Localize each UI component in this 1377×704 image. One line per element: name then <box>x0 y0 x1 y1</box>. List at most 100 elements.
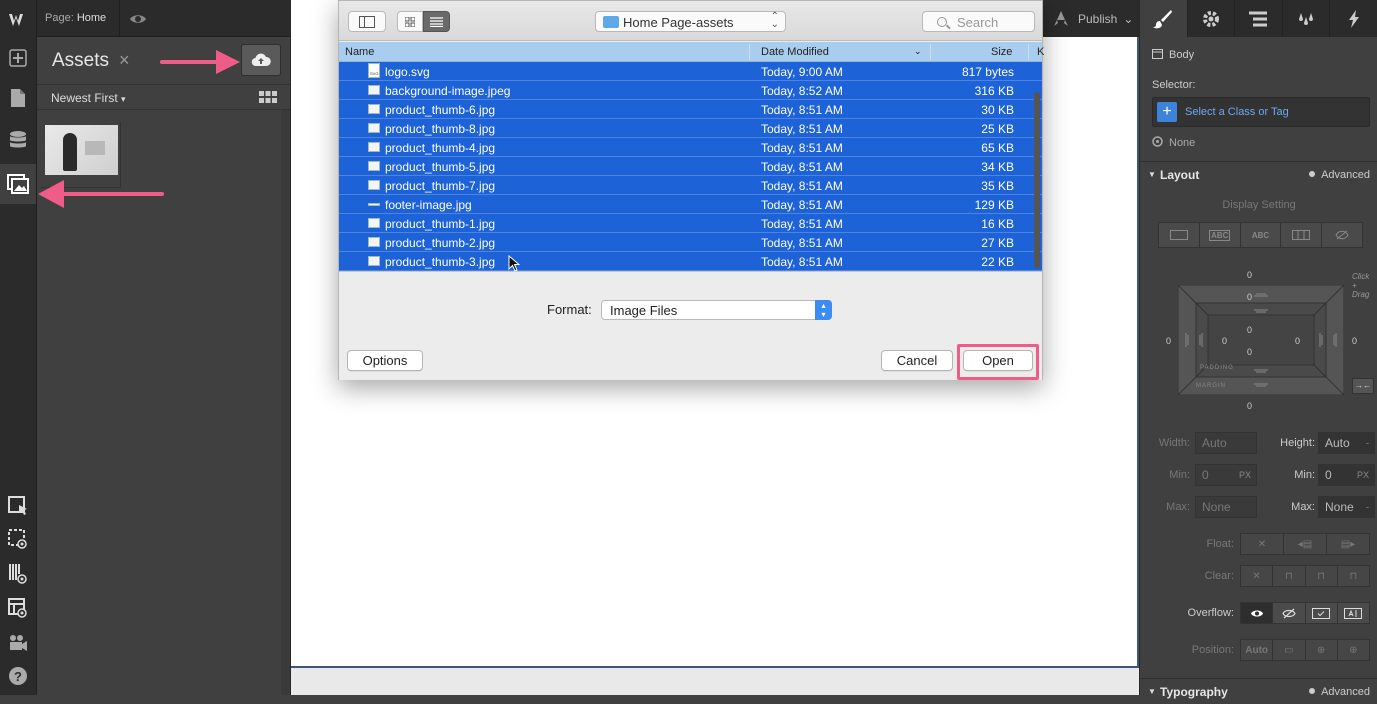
file-row[interactable]: background-image.jpeg Today, 8:52 AM 316 K… <box>339 81 1042 100</box>
file-size: 25 KB <box>981 122 1014 136</box>
clear-right-button[interactable]: ⊓ <box>1305 566 1338 586</box>
assets-icon[interactable] <box>0 164 36 204</box>
click-drag-hint: Click + Drag <box>1352 272 1370 299</box>
width-input[interactable]: Auto <box>1195 432 1257 454</box>
padding-bottom-value[interactable]: 0 <box>1247 347 1252 357</box>
min-height-input[interactable]: 0 PX <box>1318 464 1375 486</box>
pages-icon[interactable] <box>0 80 36 116</box>
file-row[interactable]: product_thumb-3.jpg Today, 8:51 AM 22 KB <box>339 252 1042 271</box>
upload-button[interactable] <box>241 44 281 76</box>
video-icon[interactable] <box>0 625 36 661</box>
advanced-toggle[interactable]: Advanced <box>1309 169 1370 181</box>
search-input[interactable]: Search <box>922 11 1035 32</box>
clear-both-button[interactable]: ⊓ <box>1337 566 1369 586</box>
clear-left-button[interactable]: ⊓ <box>1273 566 1306 586</box>
float-right-button[interactable]: ▤▸ <box>1327 534 1369 554</box>
display-block-button[interactable] <box>1159 223 1200 247</box>
icon-view-button[interactable] <box>397 11 423 32</box>
add-class-icon[interactable]: + <box>1157 102 1177 122</box>
file-row[interactable]: logo.svg Today, 9:00 AM 817 bytes <box>339 62 1042 81</box>
tab-style-manager[interactable] <box>1283 0 1331 37</box>
webflow-logo-icon[interactable] <box>0 2 36 38</box>
float-none-button[interactable]: ✕ <box>1241 534 1284 554</box>
margin-top-value[interactable]: 0 <box>1247 270 1252 280</box>
add-icon[interactable] <box>0 40 36 76</box>
page-indicator[interactable]: Page: Home <box>45 12 106 24</box>
file-row[interactable]: footer-image.jpg Today, 8:51 AM 129 KB <box>339 195 1042 214</box>
file-row[interactable]: product_thumb-6.jpg Today, 8:51 AM 30 KB <box>339 100 1042 119</box>
overflow-scroll-button[interactable] <box>1305 603 1338 623</box>
max-width-input[interactable]: None <box>1195 496 1257 518</box>
list-view-button[interactable] <box>423 11 450 32</box>
grid-view-icon[interactable] <box>259 91 277 107</box>
publish-button[interactable]: Publish ⌄ <box>1042 0 1139 37</box>
tab-settings[interactable] <box>1188 0 1236 37</box>
column-name[interactable]: Name <box>345 46 374 58</box>
help-icon[interactable]: ? <box>0 658 36 694</box>
advanced-toggle[interactable]: Advanced <box>1309 686 1370 698</box>
file-row[interactable]: product_thumb-5.jpg Today, 8:51 AM 34 KB <box>339 157 1042 176</box>
float-left-button[interactable]: ◂▤ <box>1284 534 1327 554</box>
cancel-button[interactable]: Cancel <box>881 350 953 371</box>
clear-none-button[interactable]: ✕ <box>1241 566 1274 586</box>
padding-left-value[interactable]: 0 <box>1222 336 1227 346</box>
close-icon[interactable]: × <box>119 50 130 71</box>
display-flex-button[interactable] <box>1281 223 1323 247</box>
margin-left-value[interactable]: 0 <box>1166 336 1171 346</box>
file-row[interactable]: product_thumb-7.jpg Today, 8:51 AM 35 KB <box>339 176 1042 195</box>
open-button[interactable]: Open <box>963 350 1033 371</box>
max-height-input[interactable]: None - <box>1318 496 1375 518</box>
min-width-input[interactable]: 0 PX <box>1195 464 1257 486</box>
folder-icon <box>603 16 619 28</box>
position-fixed-button[interactable]: ⊕ <box>1337 640 1369 660</box>
column-kind[interactable]: K <box>1037 46 1044 58</box>
tab-interactions[interactable] <box>1330 0 1377 37</box>
display-inline-button[interactable]: ABC <box>1240 223 1282 247</box>
format-select[interactable]: Image Files ▴ ▾ <box>601 300 832 320</box>
column-size[interactable]: Size <box>991 46 1012 58</box>
navigator-icon[interactable] <box>0 488 36 524</box>
preview-icon[interactable] <box>0 521 36 557</box>
options-button[interactable]: Options <box>347 350 423 371</box>
margin-right-value[interactable]: 0 <box>1352 336 1357 346</box>
margin-bottom-value[interactable]: 0 <box>1247 401 1252 411</box>
file-row[interactable]: product_thumb-4.jpg Today, 8:51 AM 65 KB <box>339 138 1042 157</box>
file-list[interactable]: logo.svg Today, 9:00 AM 817 bytes backgrou… <box>339 62 1042 271</box>
cms-icon[interactable] <box>0 122 36 158</box>
selector-input[interactable]: + Select a Class or Tag <box>1152 97 1370 127</box>
location-popup[interactable]: Home Page-assets ⌃ ⌄ <box>595 11 786 32</box>
position-relative-button[interactable]: ▭ <box>1273 640 1306 660</box>
tab-navigator[interactable] <box>1235 0 1283 37</box>
asset-tile[interactable] <box>41 122 121 188</box>
display-none-button[interactable] <box>1322 223 1362 247</box>
display-inline-block-button[interactable]: ABC <box>1199 223 1241 247</box>
padding-right-value[interactable]: 0 <box>1295 336 1300 346</box>
audit-icon[interactable] <box>0 556 36 592</box>
expand-spacing-button[interactable]: →← <box>1352 378 1374 394</box>
overflow-visible-button[interactable] <box>1241 603 1274 623</box>
panel-scrollbar[interactable] <box>281 110 290 695</box>
overflow-hidden-button[interactable] <box>1273 603 1306 623</box>
padding-top-value[interactable]: 0 <box>1247 292 1252 302</box>
typography-section-header[interactable]: ▼ Typography Advanced <box>1140 678 1377 704</box>
style-guide-icon[interactable] <box>0 590 36 626</box>
column-date-modified[interactable]: Date Modified <box>761 46 829 58</box>
file-row[interactable]: product_thumb-8.jpg Today, 8:51 AM 25 KB <box>339 119 1042 138</box>
file-list-scrollbar[interactable] <box>1034 92 1040 268</box>
eye-icon[interactable] <box>119 0 155 37</box>
layout-section-header[interactable]: ▼ Layout Advanced <box>1140 161 1377 187</box>
sidebar-toggle-button[interactable] <box>348 11 386 32</box>
position-auto-button[interactable]: Auto <box>1241 640 1274 660</box>
box-model-diagram[interactable] <box>1178 285 1344 395</box>
tab-style[interactable] <box>1140 0 1188 37</box>
file-size: 30 KB <box>981 103 1014 117</box>
arrow-head-right-icon <box>216 50 240 74</box>
sort-dropdown[interactable]: Newest First ▾ <box>51 91 126 105</box>
height-input[interactable]: Auto - <box>1318 432 1375 454</box>
position-absolute-button[interactable]: ⊕ <box>1305 640 1338 660</box>
overflow-auto-button[interactable] <box>1337 603 1369 623</box>
file-row[interactable]: product_thumb-1.jpg Today, 8:51 AM 16 KB <box>339 214 1042 233</box>
state-selector[interactable]: None <box>1152 136 1195 149</box>
file-name: product_thumb-3.jpg <box>385 255 496 269</box>
file-row[interactable]: product_thumb-2.jpg Today, 8:51 AM 27 KB <box>339 233 1042 252</box>
